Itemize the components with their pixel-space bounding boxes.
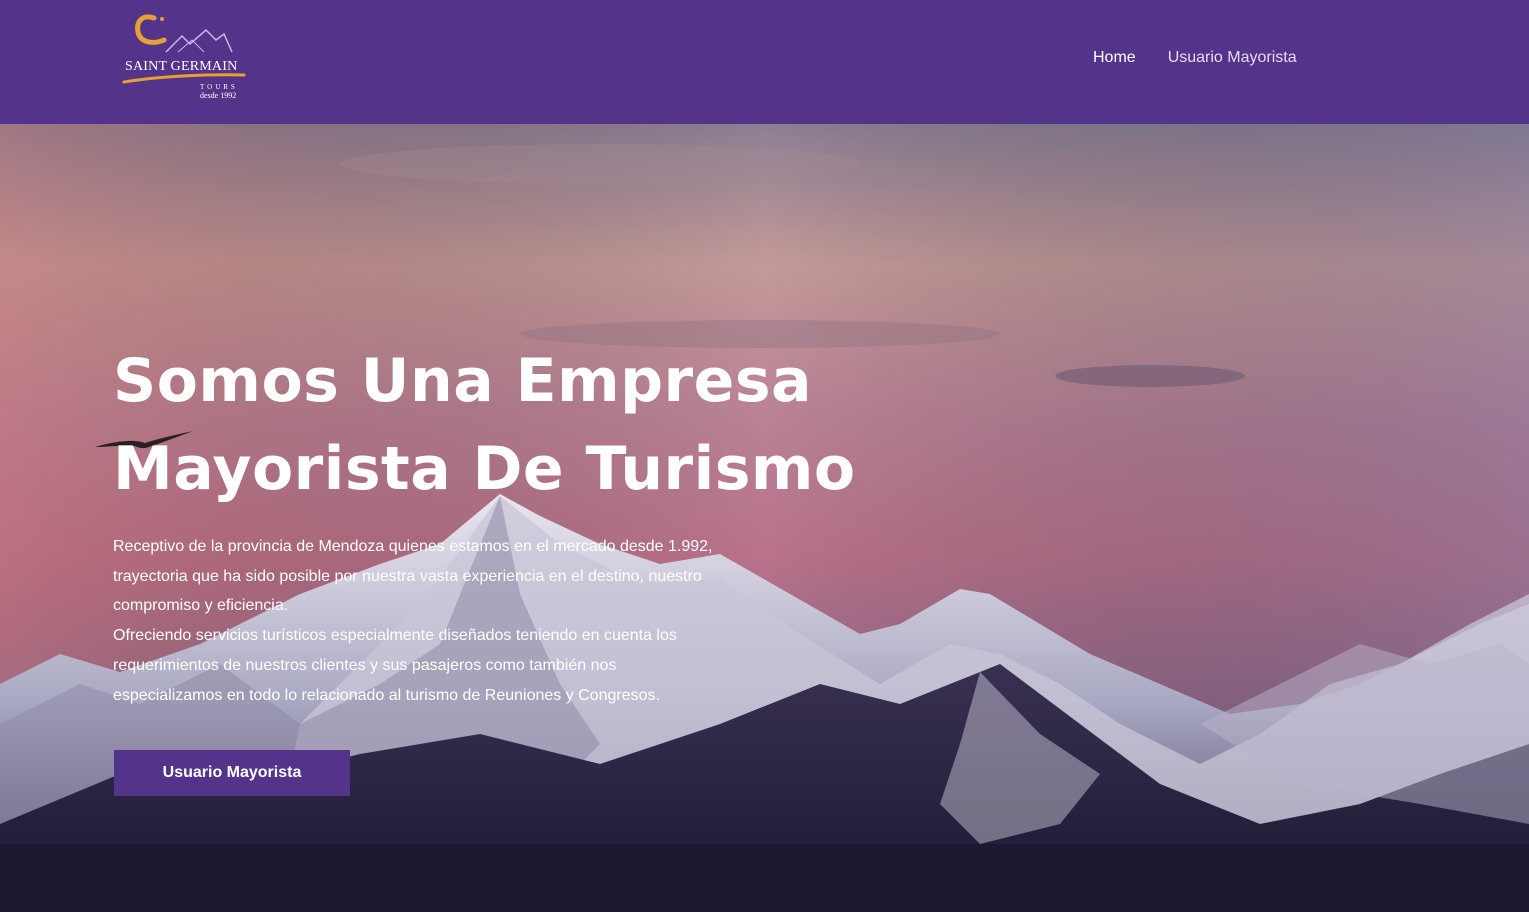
hero-paragraph-1: Receptivo de la provincia de Mendoza qui… — [113, 538, 713, 615]
site-header: SAINT GERMAIN TOURS desde 1992 Home Usua… — [0, 0, 1529, 124]
logo[interactable]: SAINT GERMAIN TOURS desde 1992 — [120, 12, 246, 102]
logo-tagline: TOURS — [200, 83, 238, 91]
hero-title: Somos Una Empresa Mayorista De Turismo — [113, 346, 856, 504]
logo-since: desde 1992 — [200, 91, 237, 100]
main-nav: Home Usuario Mayorista — [1093, 49, 1297, 67]
hero-paragraph-2: Ofreciendo servicios turísticos especial… — [113, 627, 677, 704]
nav-home-link[interactable]: Home — [1093, 49, 1136, 67]
logo-name: SAINT GERMAIN — [125, 59, 238, 74]
hero-description: Receptivo de la provincia de Mendoza qui… — [113, 532, 723, 710]
nav-usuario-mayorista-link[interactable]: Usuario Mayorista — [1168, 49, 1297, 67]
hero-section: Somos Una Empresa Mayorista De Turismo R… — [0, 124, 1529, 912]
usuario-mayorista-button[interactable]: Usuario Mayorista — [114, 750, 350, 796]
